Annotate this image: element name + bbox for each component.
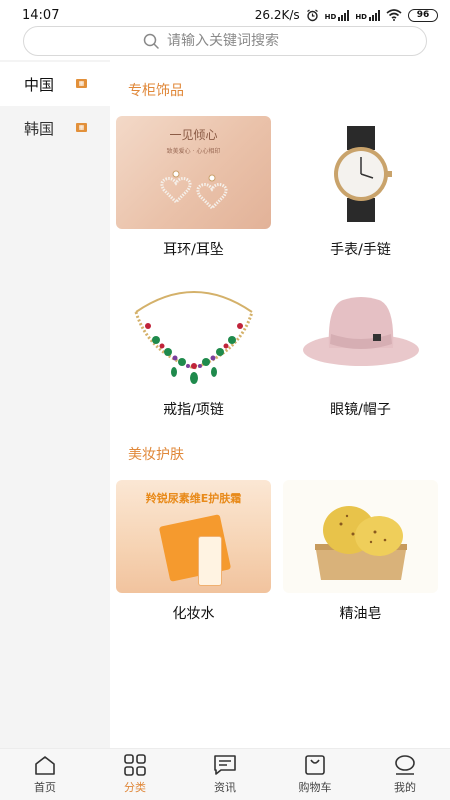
image-caption: 一见倾心 — [169, 128, 218, 142]
status-icons: 26.2K/s HD HD 96 — [255, 8, 438, 22]
necklace-shape — [134, 291, 254, 384]
sidebar-item-korea[interactable]: 韩国 ▦ — [0, 106, 110, 150]
image-subcaption: 致美爱心 · 心心相印 — [166, 148, 221, 155]
earrings-image: 一见倾心 致美爱心 · 心心相印 — [116, 116, 271, 229]
product-card-toner[interactable]: 羚锐尿素维E护肤霜 化妆水 — [116, 480, 271, 623]
wifi-icon — [386, 9, 402, 21]
search-input[interactable] — [167, 33, 307, 49]
sidebar-item-label: 韩国 — [24, 119, 55, 138]
product-card-earrings[interactable]: 一见倾心 致美爱心 · 心心相印 耳环/耳坠 — [116, 116, 271, 259]
cream-tube — [198, 536, 222, 586]
card-label: 眼镜/帽子 — [330, 402, 391, 418]
toner-image: 羚锐尿素维E护肤霜 — [116, 480, 271, 593]
card-label: 手表/手链 — [330, 242, 391, 258]
product-card-hat[interactable]: 眼镜/帽子 — [283, 276, 438, 419]
earring-shape — [160, 170, 228, 211]
product-card-watch[interactable]: 手表/手链 — [283, 116, 438, 259]
necklace-image — [116, 276, 271, 389]
hat-shape — [303, 297, 419, 366]
search-bar[interactable] — [23, 26, 427, 56]
battery-icon: 96 — [408, 8, 438, 22]
watch-shape — [334, 126, 392, 222]
card-label: 化妆水 — [172, 606, 215, 622]
signal-icon-2: HD — [355, 9, 380, 21]
signal-icon-1: HD — [325, 9, 350, 21]
tab-label: 我的 — [394, 781, 416, 794]
watch-image — [283, 116, 438, 229]
flag-icon: ▦ — [76, 123, 87, 132]
sidebar-item-label: 中国 — [24, 75, 55, 94]
news-icon — [214, 755, 236, 775]
soap-shape — [315, 506, 407, 580]
section-title-counter-jewelry: 专柜饰品 — [128, 83, 184, 99]
soap-image — [283, 480, 438, 593]
tab-home[interactable]: 首页 — [0, 754, 90, 795]
network-speed: 26.2K/s — [254, 8, 300, 22]
hat-image — [283, 276, 438, 389]
card-label: 耳环/耳坠 — [163, 242, 224, 258]
profile-icon — [395, 755, 415, 775]
category-icon — [124, 754, 146, 776]
tab-label: 首页 — [34, 781, 56, 794]
category-sidebar: 中国 ▦ 韩国 ▦ — [0, 60, 110, 748]
alarm-icon — [306, 9, 318, 21]
product-card-essential-oil-soap[interactable]: 精油皂 — [283, 480, 438, 623]
tab-category[interactable]: 分类 — [90, 754, 180, 795]
tab-cart[interactable]: 购物车 — [270, 754, 360, 795]
tab-news[interactable]: 资讯 — [180, 754, 270, 795]
sidebar-item-china[interactable]: 中国 ▦ — [0, 62, 110, 106]
tab-label: 资讯 — [214, 781, 236, 794]
status-time: 14:07 — [22, 7, 60, 23]
card-label: 戒指/项链 — [163, 402, 224, 418]
tab-label: 分类 — [124, 781, 146, 794]
section-title-beauty-skincare: 美妆护肤 — [128, 447, 184, 463]
category-content: 专柜饰品 一见倾心 致美爱心 · 心心相印 耳环/耳坠 手表/手链 戒指/项链 … — [110, 60, 450, 748]
flag-icon: ▦ — [76, 79, 87, 88]
cart-icon — [305, 755, 325, 775]
product-card-necklace[interactable]: 戒指/项链 — [116, 276, 271, 419]
tab-profile[interactable]: 我的 — [360, 754, 450, 795]
home-icon — [35, 756, 55, 775]
search-icon — [143, 33, 159, 49]
bottom-tab-bar: 首页 分类 资讯 购物车 我的 — [0, 748, 450, 800]
card-label: 精油皂 — [339, 606, 382, 622]
image-caption: 羚锐尿素维E护肤霜 — [145, 492, 242, 505]
tab-label: 购物车 — [298, 781, 332, 794]
